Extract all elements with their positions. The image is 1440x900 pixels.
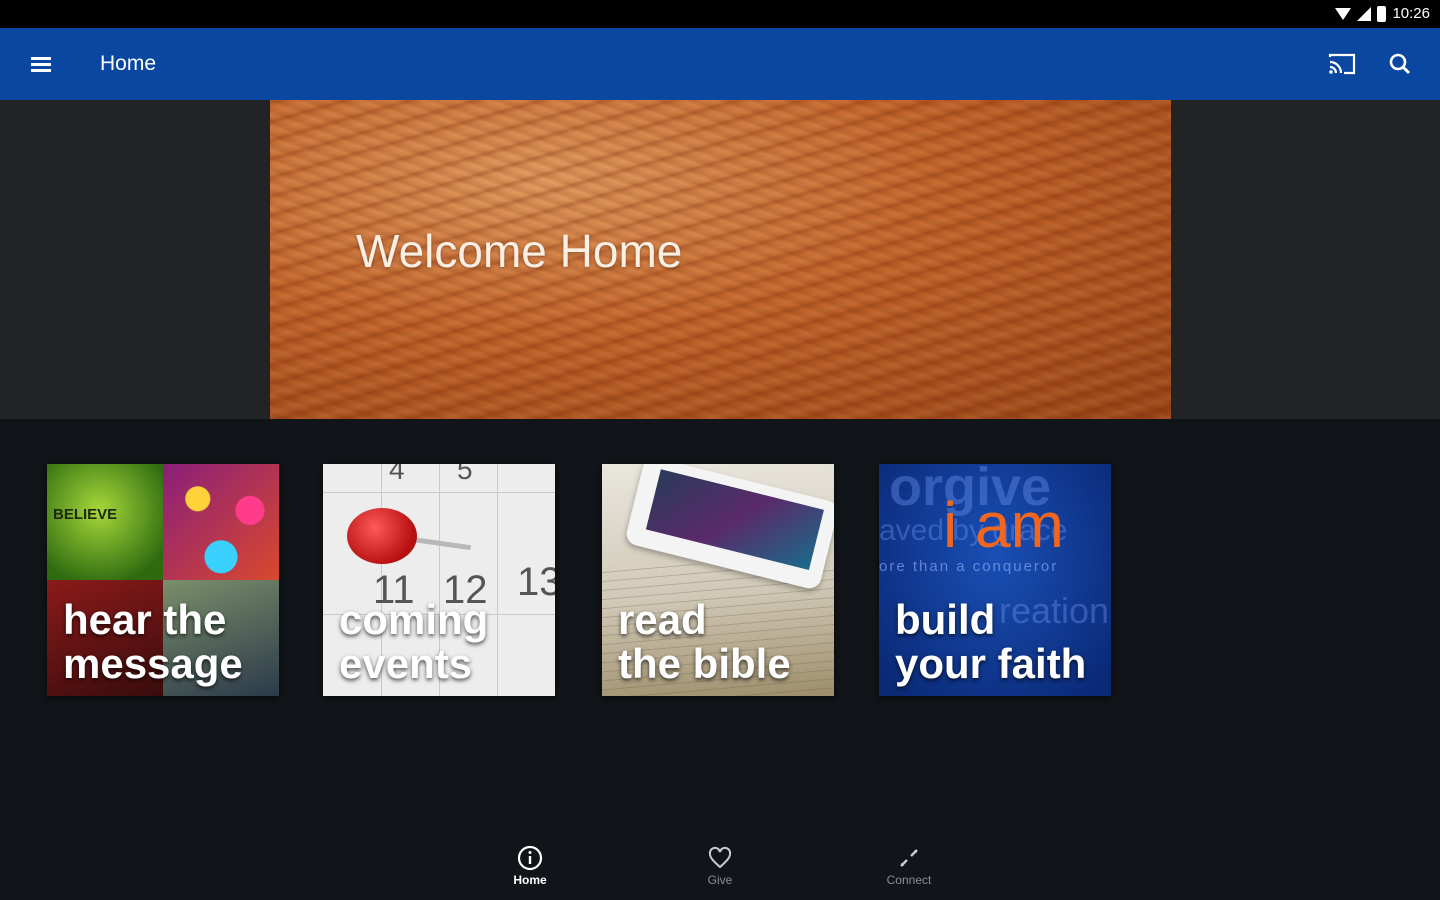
app-bar: Home xyxy=(0,28,1440,100)
tile-label-line: build xyxy=(895,596,996,643)
calendar-number: 5 xyxy=(457,464,473,485)
tile-label-line: message xyxy=(63,640,243,687)
tile-art-quadrant: BELIEVE xyxy=(47,464,163,580)
menu-icon[interactable] xyxy=(26,52,56,76)
tile-label-line: the bible xyxy=(618,640,791,687)
nav-label: Connect xyxy=(886,873,932,887)
hero-title: Welcome Home xyxy=(356,225,683,277)
tile-art-quadrant xyxy=(163,464,279,580)
nav-label: Home xyxy=(513,873,547,887)
tile-read-the-bible[interactable]: read the bible xyxy=(602,464,834,696)
believe-art-text: BELIEVE xyxy=(53,506,118,523)
tile-label: read the bible xyxy=(618,598,791,686)
tile-label: coming events xyxy=(339,598,488,686)
calendar-gridline xyxy=(323,492,555,493)
connect-icon xyxy=(900,849,918,867)
tile-label: hear the message xyxy=(63,598,243,686)
nav-give[interactable]: Give xyxy=(670,844,770,887)
tile-coming-events[interactable]: 4 5 11 12 13 coming events xyxy=(323,464,555,696)
tile-label-line: events xyxy=(339,640,473,687)
conqueror-art-text: ore than a conqueror xyxy=(879,558,1059,575)
battery-icon xyxy=(1377,5,1387,22)
tile-label-line: your faith xyxy=(895,640,1087,687)
calendar-number: 4 xyxy=(389,464,405,485)
calendar-gridline xyxy=(497,464,498,696)
tile-label: build your faith xyxy=(895,598,1086,686)
tile-label-line: coming xyxy=(339,596,489,643)
calendar-number: 13 xyxy=(517,560,555,604)
search-icon[interactable] xyxy=(1384,48,1416,80)
tile-build-your-faith[interactable]: orgive aved by grace reation i am ore th… xyxy=(879,464,1111,696)
heart-icon xyxy=(708,846,732,869)
status-time: 10:26 xyxy=(1392,5,1430,22)
page-title: Home xyxy=(100,52,157,75)
signal-icon xyxy=(1357,6,1372,21)
pushpin-icon xyxy=(347,508,417,564)
nav-home[interactable]: Home xyxy=(480,844,580,887)
hero-banner: Welcome Home xyxy=(270,100,1171,419)
status-bar: 10:26 xyxy=(0,0,1440,28)
status-icons: 10:26 xyxy=(1335,5,1430,22)
tile-label-line: read xyxy=(618,596,707,643)
wifi-icon xyxy=(1335,7,1352,20)
tile-label-line: hear the xyxy=(63,596,227,643)
cast-icon[interactable] xyxy=(1326,48,1358,80)
pushpin-needle xyxy=(410,536,472,551)
phone-screen-art xyxy=(645,469,824,571)
bottom-navigation: Home Give Connect xyxy=(0,830,1440,900)
info-icon xyxy=(517,845,543,871)
nav-connect[interactable]: Connect xyxy=(859,844,959,887)
i-am-art-text: i am xyxy=(943,489,1064,561)
nav-label: Give xyxy=(707,873,733,887)
tile-hear-the-message[interactable]: BELIEVE hear the message xyxy=(47,464,279,696)
